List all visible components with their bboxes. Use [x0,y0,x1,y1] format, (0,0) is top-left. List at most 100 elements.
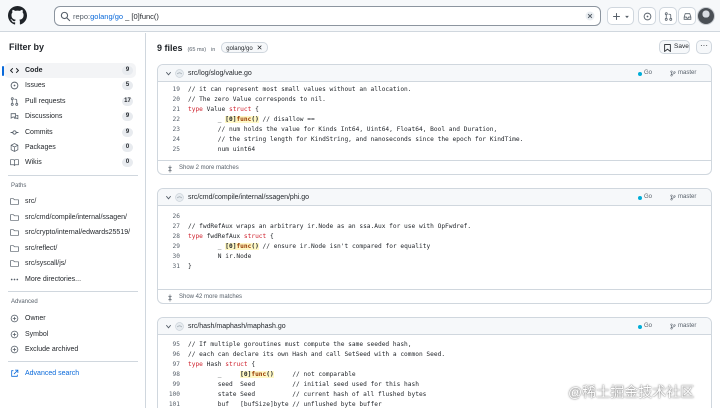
save-button[interactable]: Save [659,40,690,54]
advanced-label: Symbol [25,331,49,338]
repo-avatar-icon [175,69,184,78]
line-number[interactable]: 19 [158,85,180,95]
branch-label: master [670,322,696,331]
sidebar-item-pull-requests[interactable]: Pull requests 17 [4,94,136,109]
create-new-button[interactable] [607,7,634,25]
branch-name: master [678,194,697,200]
advanced-owner[interactable]: Owner [4,311,136,326]
sidebar-path-syscall-js[interactable]: src/syscall/js/ [4,256,136,271]
line-text: _ [0]func() // disallow == [188,116,315,123]
sidebar-path-edwards25519[interactable]: src/crypto/internal/edwards25519/ [4,225,136,240]
clear-search-icon[interactable] [584,10,596,22]
file-path-link[interactable]: src/log/slog/value.go [188,69,252,78]
language-label: Go [637,194,653,200]
results-count: 9 files [157,43,183,53]
line-number[interactable]: 21 [158,105,180,115]
code-line: 20 // The zero Value corresponds to nil. [158,95,711,105]
show-more-label: Show 2 more matches [179,165,239,171]
folder-icon [10,245,19,252]
sidebar-item-label: Code [25,67,43,74]
issue-icon [10,81,19,90]
line-number[interactable]: 22 [158,115,180,125]
plus-icon [613,13,620,20]
chevron-down-icon[interactable] [165,70,172,77]
line-number[interactable]: 99 [158,380,180,390]
user-avatar[interactable] [697,7,715,25]
sidebar-item-count: 9 [122,112,133,121]
search-text: _ [0]func() [125,12,159,21]
line-number[interactable]: 31 [158,262,180,272]
results-time: (65 ms) [187,47,207,53]
sidebar-item-commits[interactable]: Commits 9 [4,125,136,140]
sidebar-item-packages[interactable]: Packages 0 [4,140,136,155]
plus-circle-icon [10,314,19,323]
issues-button[interactable] [638,7,656,25]
sidebar-item-count: 0 [122,158,133,167]
code-line-match: 29 _ [0]func() // ensure ir.Node isn't c… [158,242,711,252]
search-query: repo:golang/go _ [0]func() [73,11,159,22]
show-more-matches-button[interactable]: Show 42 more matches [158,289,711,303]
code-line: 31} [158,262,711,272]
line-text: _ [0]func() // not comparable [188,371,356,378]
line-number[interactable]: 96 [158,350,180,360]
chevron-down-icon[interactable] [165,194,172,201]
unfold-icon [168,294,172,302]
unfold-icon [168,165,172,173]
line-number[interactable]: 25 [158,145,180,155]
sidebar-path-reflect[interactable]: src/reflect/ [4,241,136,256]
chevron-down-icon[interactable] [165,323,172,330]
pull-requests-button[interactable] [659,7,677,25]
kebab-horizontal-icon [10,278,19,281]
search-input[interactable]: repo:golang/go _ [0]func() [54,6,601,26]
result-card: src/cmd/compile/internal/ssagen/phi.go G… [157,188,712,304]
sidebar-path-src[interactable]: src/ [4,194,136,209]
line-number[interactable]: 28 [158,232,180,242]
line-text: state Seed // current hash of all flushe… [188,391,427,398]
line-number[interactable]: 95 [158,340,180,350]
sidebar-item-label: Commits [25,129,53,136]
advanced-exclude-archived[interactable]: Exclude archived [4,342,136,357]
search-repo: golang/go [90,12,124,21]
sidebar-item-code[interactable]: Code 9 [2,63,136,78]
line-number[interactable]: 100 [158,390,180,400]
line-number[interactable]: 98 [158,370,180,380]
line-number[interactable]: 29 [158,242,180,252]
git-branch-icon [670,323,676,330]
github-logo-icon[interactable] [8,6,27,25]
remove-filter-icon[interactable]: ✕ [257,45,263,52]
repo-filter-chip[interactable]: golang/go ✕ [221,42,268,53]
bookmark-icon [664,44,671,52]
external-link-icon [11,369,19,377]
advanced-symbol[interactable]: Symbol [4,327,136,342]
code-line: 23 // num holds the value for Kinds Int6… [158,125,711,135]
more-directories-button[interactable]: More directories... [4,272,136,287]
line-number[interactable]: 101 [158,400,180,408]
line-number[interactable]: 30 [158,252,180,262]
advanced-search-link[interactable]: Advanced search [4,366,136,381]
more-options-button[interactable]: ··· [696,40,712,54]
line-number[interactable]: 26 [158,212,180,222]
inbox-icon [683,13,692,20]
sidebar-item-discussions[interactable]: Discussions 9 [4,109,136,124]
sidebar-item-issues[interactable]: Issues 5 [4,78,136,93]
more-directories-label: More directories... [25,276,82,283]
results-header: 9 files (65 ms) in golang/go ✕ [157,42,268,54]
line-text: _ [0]func() // ensure ir.Node isn't comp… [188,243,431,250]
filter-title: Filter by [9,42,45,52]
line-number[interactable]: 97 [158,360,180,370]
sidebar-path-ssagen[interactable]: src/cmd/compile/internal/ssagen/ [4,210,136,225]
file-path-link[interactable]: src/hash/maphash/maphash.go [188,322,286,331]
line-number[interactable]: 24 [158,135,180,145]
file-path-link[interactable]: src/cmd/compile/internal/ssagen/phi.go [188,193,309,202]
line-number[interactable]: 20 [158,95,180,105]
inbox-button[interactable] [678,7,696,25]
show-more-matches-button[interactable]: Show 2 more matches [158,160,711,174]
line-number[interactable]: 23 [158,125,180,135]
line-text: type fwdRefAux struct { [188,233,274,240]
code-icon [10,67,19,74]
plus-circle-icon [10,345,19,354]
line-number[interactable]: 27 [158,222,180,232]
wiki-icon [10,159,19,166]
sidebar-item-wikis[interactable]: Wikis 0 [4,155,136,170]
branch-name: master [678,323,697,329]
